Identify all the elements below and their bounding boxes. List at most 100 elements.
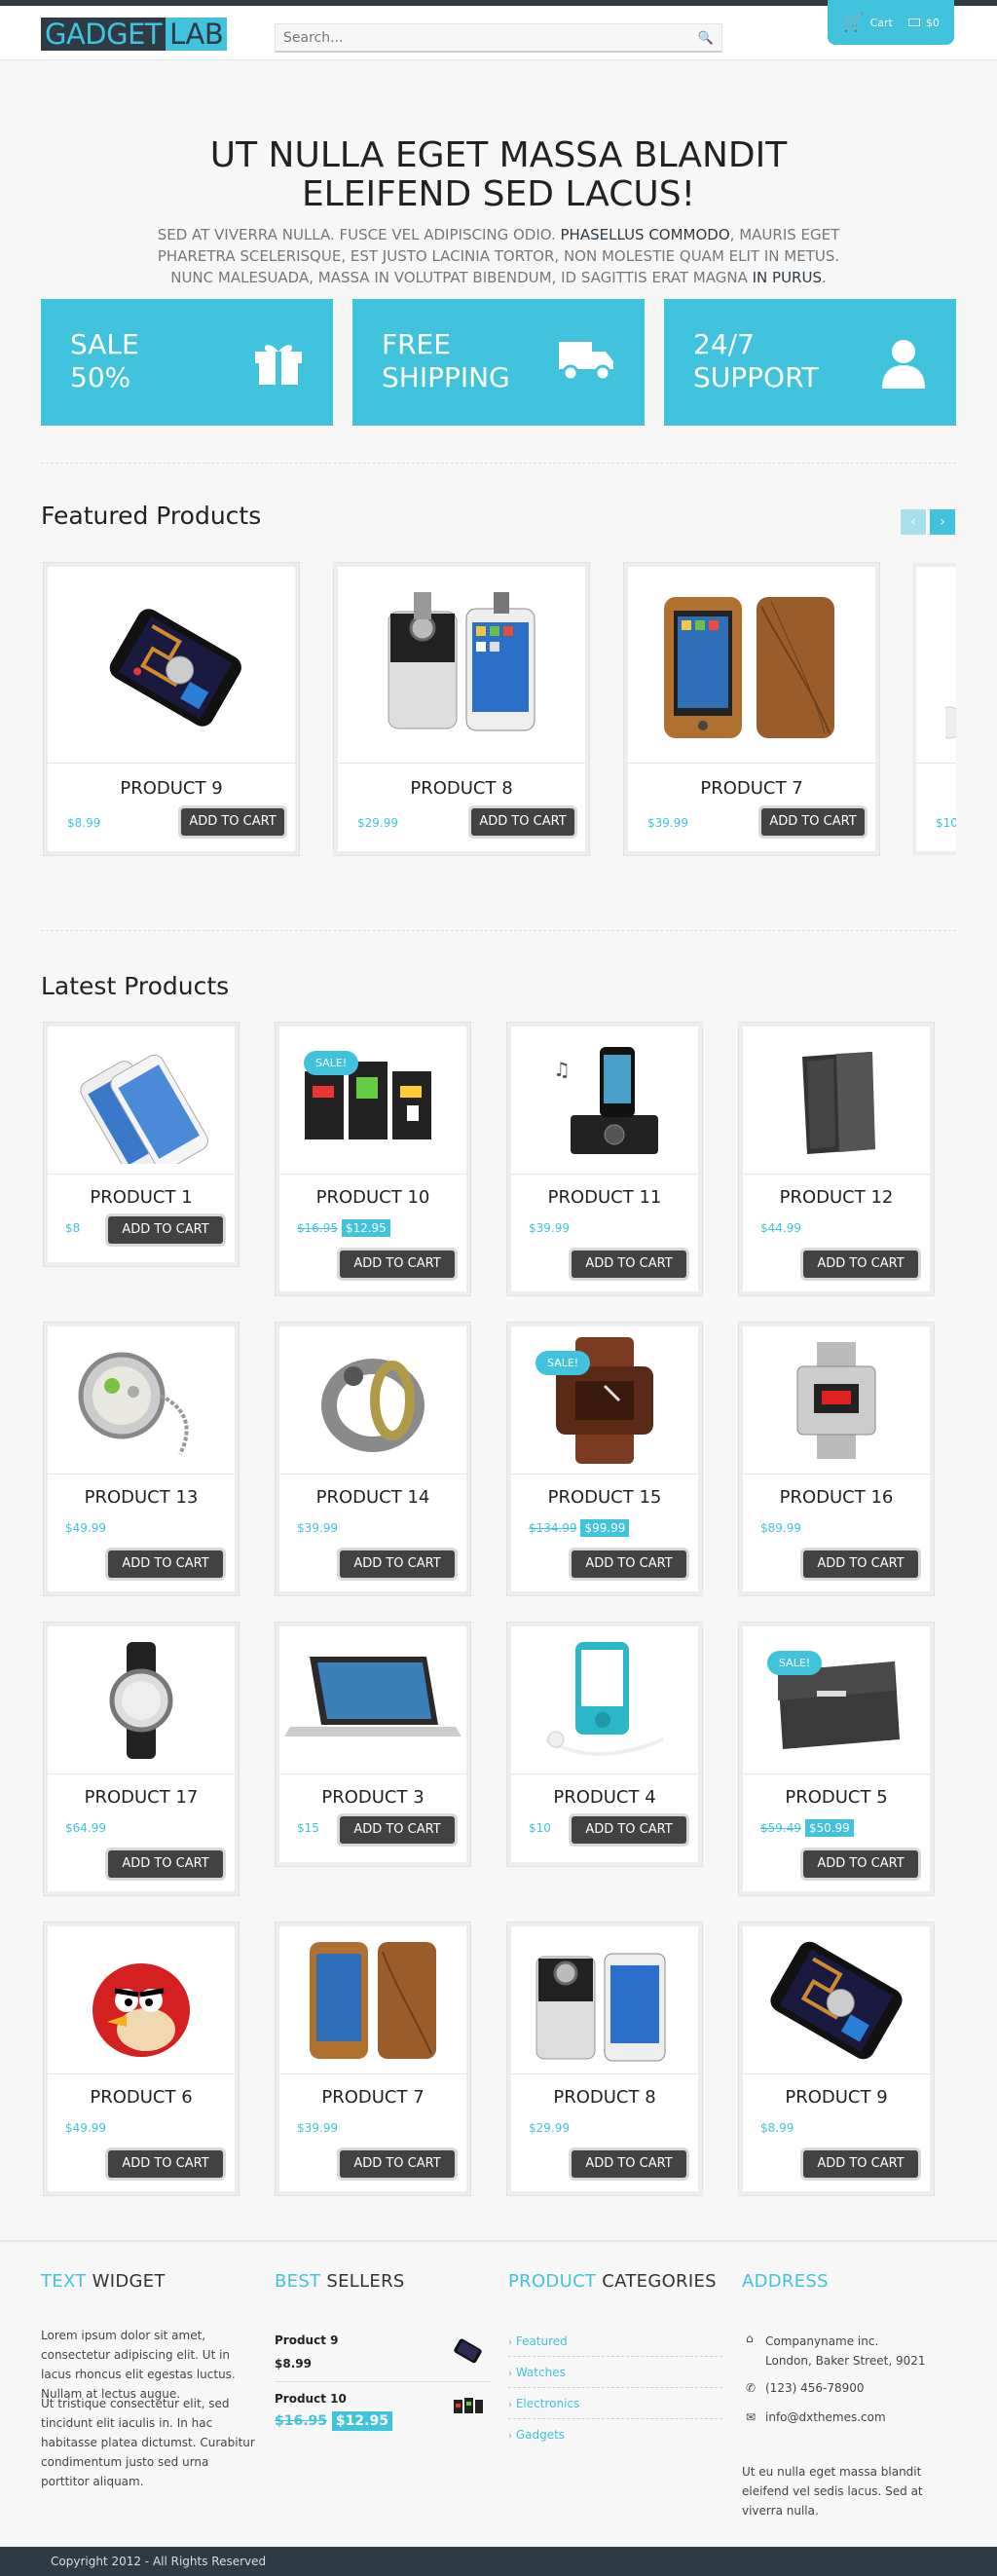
title-accent: BEST [275, 2271, 321, 2292]
product-card[interactable]: PRODUCT 6 $49.99 ADD TO CART [44, 1923, 239, 2195]
add-to-cart-button[interactable]: ADD TO CART [108, 1550, 223, 1578]
product-name[interactable]: PRODUCT 14 [279, 1487, 466, 1508]
product-name[interactable]: PRODUCT 9 [743, 2087, 930, 2108]
product-image[interactable] [916, 567, 956, 764]
product-name[interactable]: PRODUCT 10 [279, 1187, 466, 1208]
product-image[interactable] [48, 1326, 235, 1475]
banner-support[interactable]: 24/7 SUPPORT [664, 299, 956, 426]
product-image[interactable] [511, 1326, 698, 1475]
product-image[interactable] [48, 1626, 235, 1774]
add-to-cart-button[interactable]: ADD TO CART [803, 1550, 918, 1578]
product-name[interactable]: PRODUCT 15 [511, 1487, 698, 1508]
product-name[interactable]: PRODUCT 17 [48, 1787, 235, 1808]
category-link[interactable]: › Featured [508, 2326, 722, 2357]
product-image[interactable] [279, 1027, 466, 1175]
add-to-cart-button[interactable]: ADD TO CART [572, 1251, 686, 1278]
prev-arrow-icon[interactable]: ‹ [901, 509, 926, 535]
product-image[interactable] [338, 567, 585, 764]
category-link[interactable]: › Electronics [508, 2388, 722, 2419]
product-name[interactable]: PRODUCT 13 [48, 1487, 235, 1508]
best-seller-thumb[interactable] [452, 2335, 485, 2365]
product-name[interactable]: PRODUCT 16 [743, 1487, 930, 1508]
add-to-cart-button[interactable]: ADD TO CART [108, 2150, 223, 2178]
email[interactable]: info@dxthemes.com [765, 2410, 886, 2424]
best-seller-item[interactable]: Product 9 $8.99 [275, 2328, 491, 2382]
product-image[interactable]: ♫ [511, 1027, 698, 1175]
product-card[interactable]: PRODUCT 3 $15 ADD TO CART [276, 1623, 470, 1866]
product-image[interactable] [48, 567, 295, 764]
product-image[interactable] [743, 1926, 930, 2074]
cart-button[interactable]: 🛒 Cart $0 [828, 0, 954, 45]
product-image[interactable] [48, 1926, 235, 2074]
product-card[interactable]: PRODUCT 9 $8.99 ADD TO CART [739, 1923, 934, 2195]
product-card[interactable]: PRODUCT 16 $89.99 ADD TO CART [739, 1323, 934, 1595]
add-to-cart-button[interactable]: ADD TO CART [108, 1850, 223, 1878]
category-link[interactable]: › Gadgets [508, 2419, 722, 2450]
product-name[interactable]: PRODUCT 11 [511, 1187, 698, 1208]
product-image[interactable] [743, 1326, 930, 1475]
add-to-cart-button[interactable]: ADD TO CART [340, 1251, 455, 1278]
product-image[interactable] [511, 1626, 698, 1774]
best-seller-item[interactable]: Product 10 $16.95 $12.95 [275, 2386, 491, 2441]
product-image[interactable] [628, 567, 875, 764]
add-to-cart-button[interactable]: ADD TO CART [803, 1251, 918, 1278]
product-name[interactable]: PRODUCT 8 [338, 778, 585, 799]
next-arrow-icon[interactable]: › [930, 509, 955, 535]
add-to-cart-button[interactable]: ADD TO CART [572, 2150, 686, 2178]
add-to-cart-button[interactable]: ADD TO CART [572, 1816, 686, 1844]
logo[interactable]: GADGET LAB [41, 18, 228, 51]
add-to-cart-button[interactable]: ADD TO CART [340, 2150, 455, 2178]
product-name[interactable]: PRODUCT 1 [48, 1187, 235, 1208]
product-name[interactable]: PRODUCT 3 [279, 1787, 466, 1808]
add-to-cart-button[interactable]: ADD TO CART [108, 1216, 223, 1244]
add-to-cart-button[interactable]: ADD TO CART [340, 1550, 455, 1578]
category-link[interactable]: › Watches [508, 2357, 722, 2388]
product-name[interactable]: PRODUCT 12 [743, 1187, 930, 1208]
product-card[interactable]: PRODUCT 13 $49.99 ADD TO CART [44, 1323, 239, 1595]
product-card[interactable]: SALE! PRODUCT 5 $59.49 $50.99 ADD TO CART [739, 1623, 934, 1895]
banner-line: SUPPORT [693, 361, 819, 393]
search-icon[interactable]: 🔍 [698, 31, 714, 46]
product-card[interactable]: PRODUCT 7 $39.99 ADD TO CART [276, 1923, 470, 2195]
add-to-cart-button[interactable]: ADD TO CART [803, 1850, 918, 1878]
add-to-cart-button[interactable]: ADD TO CART [761, 808, 865, 836]
best-seller-name[interactable]: Product 9 [275, 2333, 338, 2347]
add-to-cart-button[interactable]: ADD TO CART [803, 2150, 918, 2178]
product-card[interactable]: PRODUCT 8 $29.99 ADD TO CART [507, 1923, 702, 2195]
featured-card[interactable]: PRODUCT 7 $39.99 ADD TO CART [624, 563, 879, 855]
product-image[interactable] [279, 1926, 466, 2074]
search-input[interactable] [276, 24, 684, 52]
product-image[interactable] [279, 1626, 466, 1774]
featured-card-partial[interactable]: $10 [912, 563, 956, 855]
product-name[interactable]: PRODUCT 4 [511, 1787, 698, 1808]
product-card[interactable]: SALE! PRODUCT 15 $134.99 $99.99 ADD TO CART [507, 1323, 702, 1595]
product-name[interactable]: PRODUCT 7 [628, 778, 875, 799]
product-card[interactable]: PRODUCT 4 $10 ADD TO CART [507, 1623, 702, 1866]
banner-sale[interactable]: SALE 50% [41, 299, 333, 426]
product-name[interactable]: PRODUCT 5 [743, 1787, 930, 1808]
product-name[interactable]: PRODUCT 6 [48, 2087, 235, 2108]
best-seller-thumb[interactable] [452, 2394, 485, 2419]
product-card[interactable]: PRODUCT 1 $8 ADD TO CART [44, 1023, 239, 1266]
product-image[interactable] [511, 1926, 698, 2074]
add-to-cart-button[interactable]: ADD TO CART [471, 808, 574, 836]
product-card[interactable]: PRODUCT 17 $64.99 ADD TO CART [44, 1623, 239, 1895]
add-to-cart-button[interactable]: ADD TO CART [181, 808, 284, 836]
add-to-cart-button[interactable]: ADD TO CART [340, 1816, 455, 1844]
product-image[interactable] [743, 1027, 930, 1175]
product-card[interactable]: PRODUCT 14 $39.99 ADD TO CART [276, 1323, 470, 1595]
product-card[interactable]: PRODUCT 12 $44.99 ADD TO CART [739, 1023, 934, 1295]
product-name[interactable]: PRODUCT 9 [48, 778, 295, 799]
featured-card[interactable]: PRODUCT 8 $29.99 ADD TO CART [334, 563, 589, 855]
product-card[interactable]: SALE! PRODUCT 10 $16.95 $12.95 ADD TO CART [276, 1023, 470, 1295]
product-image[interactable] [743, 1626, 930, 1774]
product-name[interactable]: PRODUCT 7 [279, 2087, 466, 2108]
best-seller-name[interactable]: Product 10 [275, 2392, 347, 2406]
product-image[interactable] [48, 1027, 235, 1175]
featured-card[interactable]: PRODUCT 9 $8.99 ADD TO CART [44, 563, 299, 855]
product-card[interactable]: ♫ PRODUCT 11 $39.99 ADD TO CART [507, 1023, 702, 1295]
product-name[interactable]: PRODUCT 8 [511, 2087, 698, 2108]
product-image[interactable] [279, 1326, 466, 1475]
add-to-cart-button[interactable]: ADD TO CART [572, 1550, 686, 1578]
banner-free-shipping[interactable]: FREE SHIPPING [352, 299, 645, 426]
